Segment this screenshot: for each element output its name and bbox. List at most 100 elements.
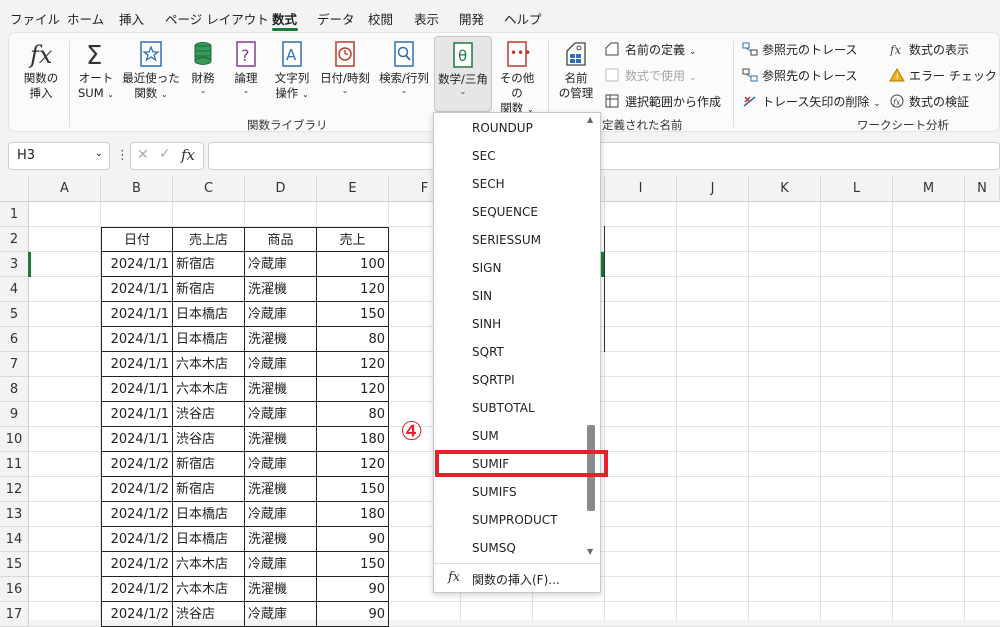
table-cell-sales[interactable]: 90: [317, 602, 389, 627]
table-cell-store[interactable]: 六本木店: [173, 552, 245, 577]
table-cell-store[interactable]: 渋谷店: [173, 402, 245, 427]
column-header-i[interactable]: I: [605, 176, 677, 202]
table-cell-product[interactable]: 冷蔵庫: [245, 502, 317, 527]
table-cell-date[interactable]: 2024/1/1: [101, 402, 173, 427]
table-cell-date[interactable]: 2024/1/2: [101, 452, 173, 477]
row-header-5[interactable]: 5: [0, 302, 29, 327]
function-item-sec[interactable]: SEC: [472, 149, 496, 163]
table-cell-store[interactable]: 新宿店: [173, 452, 245, 477]
tab-help[interactable]: ヘルプ: [504, 9, 542, 28]
table-cell-date[interactable]: 2024/1/2: [101, 577, 173, 602]
table-cell-sales[interactable]: 150: [317, 552, 389, 577]
cancel-icon[interactable]: ✕: [137, 147, 149, 163]
table-cell-product[interactable]: 冷蔵庫: [245, 352, 317, 377]
table-cell-sales[interactable]: 150: [317, 477, 389, 502]
table-header-store[interactable]: 売上店: [173, 227, 245, 252]
table-cell-date[interactable]: 2024/1/2: [101, 477, 173, 502]
table-cell-store[interactable]: 新宿店: [173, 252, 245, 277]
function-item-sum[interactable]: SUM: [472, 429, 499, 443]
row-header-13[interactable]: 13: [0, 502, 29, 527]
table-cell-product[interactable]: 冷蔵庫: [245, 552, 317, 577]
table-cell-date[interactable]: 2024/1/2: [101, 527, 173, 552]
table-cell-product[interactable]: 冷蔵庫: [245, 602, 317, 627]
column-header-d[interactable]: D: [245, 176, 317, 202]
table-cell-date[interactable]: 2024/1/1: [101, 252, 173, 277]
row-header-9[interactable]: 9: [0, 402, 29, 427]
table-cell-sales[interactable]: 120: [317, 277, 389, 302]
table-cell-date[interactable]: 2024/1/1: [101, 427, 173, 452]
table-cell-sales[interactable]: 80: [317, 327, 389, 352]
recent-functions-button[interactable]: 最近使った 関数 ⌄: [121, 39, 181, 102]
tab-formulas[interactable]: 数式: [272, 9, 297, 28]
more-options-icon[interactable]: ⋮: [116, 148, 129, 163]
table-cell-store[interactable]: 日本橋店: [173, 527, 245, 552]
table-cell-store[interactable]: 渋谷店: [173, 427, 245, 452]
column-header-b[interactable]: B: [101, 176, 173, 202]
table-cell-date[interactable]: 2024/1/1: [101, 277, 173, 302]
table-cell-store[interactable]: 日本橋店: [173, 502, 245, 527]
chevron-down-icon[interactable]: ⌄: [95, 148, 103, 159]
table-cell-product[interactable]: 洗濯機: [245, 577, 317, 602]
table-header-product[interactable]: 商品: [245, 227, 317, 252]
remove-arrows-button[interactable]: トレース矢印の削除 ⌄: [742, 93, 881, 110]
fx-icon[interactable]: fx: [181, 146, 195, 164]
define-name-button[interactable]: 名前の定義 ⌄: [605, 41, 696, 58]
use-in-formula-button[interactable]: 数式で使用 ⌄: [605, 67, 696, 84]
tab-data[interactable]: データ: [317, 9, 355, 28]
function-item-sin[interactable]: SIN: [472, 289, 492, 303]
table-cell-sales[interactable]: 100: [317, 252, 389, 277]
table-cell-product[interactable]: 冷蔵庫: [245, 452, 317, 477]
table-cell-store[interactable]: 日本橋店: [173, 327, 245, 352]
insert-function-menu-item[interactable]: fx 関数の挿入(F)...: [434, 564, 600, 592]
column-header-l[interactable]: L: [821, 176, 893, 202]
table-cell-sales[interactable]: 120: [317, 352, 389, 377]
table-cell-sales[interactable]: 150: [317, 302, 389, 327]
tab-review[interactable]: 校閲: [368, 9, 393, 28]
row-header-7[interactable]: 7: [0, 352, 29, 377]
table-cell-date[interactable]: 2024/1/2: [101, 602, 173, 627]
table-cell-store[interactable]: 日本橋店: [173, 302, 245, 327]
check-icon[interactable]: ✓: [159, 146, 171, 162]
insert-function-button[interactable]: fx 関数の 挿入: [19, 39, 63, 101]
tab-insert[interactable]: 挿入: [119, 9, 144, 28]
table-header-date[interactable]: 日付: [101, 227, 173, 252]
column-header-j[interactable]: J: [677, 176, 749, 202]
row-header-2[interactable]: 2: [0, 227, 29, 252]
financial-button[interactable]: 財務 ⌄: [185, 39, 221, 96]
create-from-selection-button[interactable]: 選択範囲から作成: [605, 93, 721, 110]
scroll-up-icon[interactable]: ▲: [587, 115, 593, 124]
row-header-3[interactable]: 3: [0, 252, 29, 277]
autosum-button[interactable]: Σ オート SUM ⌄: [73, 39, 119, 102]
tab-page-layout[interactable]: ページ レイアウト: [165, 9, 269, 28]
table-cell-product[interactable]: 冷蔵庫: [245, 402, 317, 427]
column-header-m[interactable]: M: [893, 176, 965, 202]
function-item-sinh[interactable]: SINH: [472, 317, 501, 331]
table-cell-product[interactable]: 洗濯機: [245, 277, 317, 302]
function-item-sech[interactable]: SECH: [472, 177, 505, 191]
table-cell-date[interactable]: 2024/1/1: [101, 352, 173, 377]
table-cell-sales[interactable]: 80: [317, 402, 389, 427]
row-header-1[interactable]: 1: [0, 202, 29, 227]
table-cell-date[interactable]: 2024/1/1: [101, 377, 173, 402]
formula-input[interactable]: [208, 142, 1000, 170]
table-cell-product[interactable]: 洗濯機: [245, 377, 317, 402]
table-cell-date[interactable]: 2024/1/2: [101, 502, 173, 527]
function-item-sumproduct[interactable]: SUMPRODUCT: [472, 513, 558, 527]
row-header-17[interactable]: 17: [0, 602, 29, 627]
lookup-button[interactable]: 検索/行列 ⌄: [375, 39, 433, 96]
table-cell-product[interactable]: 洗濯機: [245, 327, 317, 352]
table-header-sales[interactable]: 売上: [317, 227, 389, 252]
table-cell-product[interactable]: 洗濯機: [245, 427, 317, 452]
tab-developer[interactable]: 開発: [459, 9, 484, 28]
function-item-roundup[interactable]: ROUNDUP: [472, 121, 533, 135]
table-cell-store[interactable]: 六本木店: [173, 577, 245, 602]
show-formulas-button[interactable]: fx 数式の表示: [889, 41, 969, 58]
table-cell-date[interactable]: 2024/1/1: [101, 302, 173, 327]
more-functions-button[interactable]: ••• その他の 関数 ⌄: [495, 39, 539, 117]
tab-home[interactable]: ホーム: [67, 9, 104, 28]
table-cell-sales[interactable]: 120: [317, 377, 389, 402]
table-cell-sales[interactable]: 120: [317, 452, 389, 477]
trace-dependents-button[interactable]: 参照先のトレース: [742, 67, 857, 84]
table-cell-sales[interactable]: 90: [317, 527, 389, 552]
math-trig-button[interactable]: θ 数学/三角 ⌄: [434, 36, 492, 112]
